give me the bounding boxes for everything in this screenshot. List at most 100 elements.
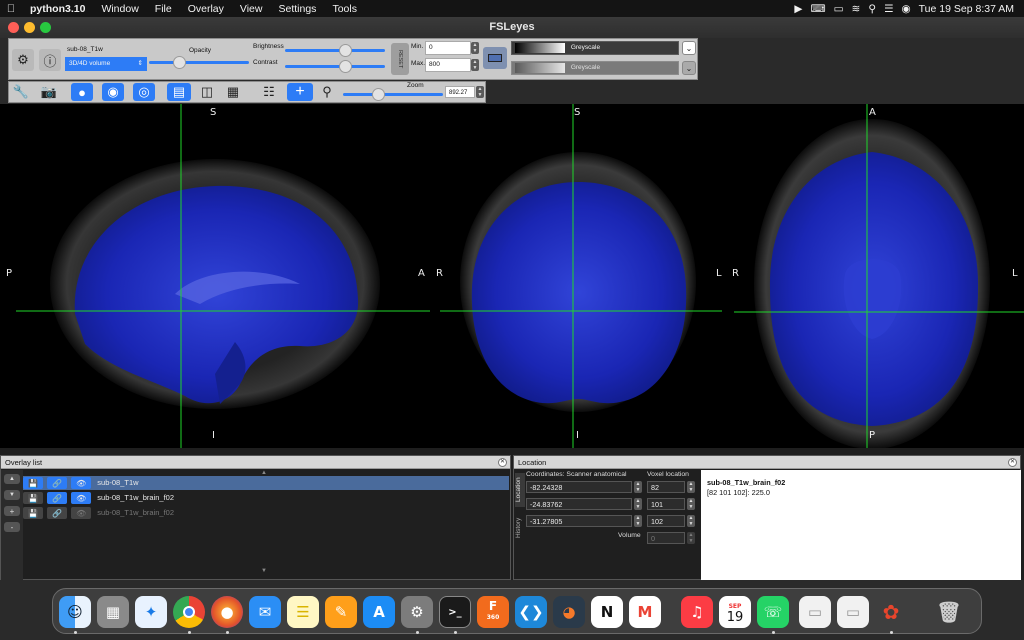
camera-icon[interactable]: 📷 — [39, 83, 59, 101]
ortho-viewer[interactable]: S I P A S I R L A P R L — [0, 104, 1024, 448]
location-close-icon[interactable]: ✕ — [1008, 458, 1017, 467]
minimize-window-button[interactable] — [24, 22, 35, 33]
trash-icon[interactable]: 🗑 — [933, 596, 965, 628]
notes-icon[interactable]: ☰ — [287, 596, 319, 628]
min-field[interactable]: 0 — [425, 41, 471, 55]
opacity-slider-knob[interactable] — [173, 56, 186, 69]
fsleyes-icon[interactable]: ✿ — [875, 596, 907, 628]
zoom-field[interactable]: 892.27 — [445, 86, 475, 98]
coord-x-spinner[interactable]: ▲ ▼ — [634, 481, 642, 493]
coord-y-spinner[interactable]: ▲ ▼ — [634, 498, 642, 510]
save-overlay-icon[interactable]: 💾 — [23, 477, 43, 489]
link-overlay-icon[interactable]: 🔗 — [47, 492, 68, 504]
overlay-list-item[interactable]: 💾 🔗 👁 sub-08_T1w_brain_f02 — [23, 506, 509, 520]
menu-file[interactable]: File — [147, 3, 180, 15]
battery-icon[interactable]: ▭ — [834, 3, 844, 15]
negative-colormap-select[interactable]: Greyscale — [511, 61, 679, 75]
coronal-view-icon[interactable]: ◉ — [102, 83, 124, 101]
brain-slices-canvas[interactable] — [0, 104, 1024, 448]
gear-icon[interactable]: ⚙ — [12, 49, 34, 71]
add-overlay-button[interactable]: + — [4, 506, 20, 516]
music-icon[interactable]: ♫ — [681, 596, 713, 628]
voxel-x-field[interactable]: 82 — [647, 481, 685, 493]
keyboard-icon[interactable]: ⌨ — [810, 3, 825, 15]
coord-z-spinner[interactable]: ▲ ▼ — [634, 515, 642, 527]
finder-icon[interactable]: ☺ — [59, 596, 91, 628]
voxel-z-field[interactable]: 102 — [647, 515, 685, 527]
gmail-icon[interactable]: M — [629, 596, 661, 628]
terminal-icon[interactable]: >_ — [439, 596, 471, 628]
document-icon[interactable]: ▭ — [799, 596, 831, 628]
chrome-icon[interactable] — [173, 596, 205, 628]
visibility-eye-icon[interactable]: 👁 — [71, 477, 92, 489]
mail-icon[interactable]: ✉ — [249, 596, 281, 628]
volume-type-select[interactable]: 3D/4D volume ⇕ — [65, 57, 147, 71]
movie-icon[interactable]: ☷ — [259, 83, 279, 101]
visibility-eye-icon[interactable]: 👁 — [71, 492, 92, 504]
coronal-slice[interactable] — [440, 104, 722, 448]
brightness-slider[interactable] — [285, 44, 385, 57]
voxel-y-field[interactable]: 101 — [647, 498, 685, 510]
zoom-slider[interactable] — [343, 88, 443, 101]
calendar-icon[interactable]: SEP 19 — [719, 596, 751, 628]
close-window-button[interactable] — [8, 22, 19, 33]
control-center-icon[interactable]: ☰ — [884, 3, 893, 15]
tab-location[interactable]: Location — [515, 473, 525, 507]
vertical-layout-icon[interactable]: ◫ — [197, 83, 217, 101]
wifi-icon[interactable]: ≋ — [852, 3, 861, 15]
remove-overlay-button[interactable]: - — [4, 522, 20, 532]
coord-z-field[interactable]: -31.27805 — [526, 515, 632, 527]
crosshair-icon[interactable]: + — [287, 83, 313, 101]
apple-menu-icon[interactable]:  — [0, 3, 22, 15]
negative-colormap-chevron-down-icon[interactable]: ⌄ — [682, 61, 696, 75]
info-icon[interactable]: ⓘ — [39, 49, 61, 71]
volume-field[interactable]: 0 — [647, 532, 685, 544]
brightness-slider-knob[interactable] — [339, 44, 352, 57]
save-overlay-icon[interactable]: 💾 — [23, 507, 43, 519]
move-down-button[interactable]: ▼ — [4, 490, 20, 500]
contrast-slider-knob[interactable] — [339, 60, 352, 73]
voxel-x-spinner[interactable]: ▲ ▼ — [687, 481, 695, 493]
blender-icon[interactable]: ◕ — [553, 596, 585, 628]
menu-overlay[interactable]: Overlay — [180, 3, 232, 15]
overlay-list-close-icon[interactable]: ✕ — [498, 458, 507, 467]
menu-view[interactable]: View — [232, 3, 271, 15]
grid-layout-icon[interactable]: ▦ — [223, 83, 243, 101]
min-spinner[interactable]: ▲ ▼ — [471, 42, 479, 54]
link-overlay-icon[interactable]: 🔗 — [47, 507, 68, 519]
move-up-button[interactable]: ▲ — [4, 474, 20, 484]
coord-y-field[interactable]: -24.83762 — [526, 498, 632, 510]
system-settings-icon[interactable]: ⚙ — [401, 596, 433, 628]
overlay-list-item[interactable]: 💾 🔗 👁 sub-08_T1w — [23, 476, 509, 490]
zoom-magnifier-icon[interactable]: ⚲ — [317, 83, 337, 101]
max-spinner[interactable]: ▲ ▼ — [471, 59, 479, 71]
notion-icon[interactable]: N — [591, 596, 623, 628]
menu-tools[interactable]: Tools — [324, 3, 365, 15]
voxel-y-spinner[interactable]: ▲ ▼ — [687, 498, 695, 510]
horizontal-layout-icon[interactable]: ▤ — [167, 83, 191, 101]
opacity-slider[interactable] — [149, 56, 249, 69]
zoom-slider-knob[interactable] — [372, 88, 385, 101]
menu-settings[interactable]: Settings — [270, 3, 324, 15]
axial-slice[interactable] — [734, 104, 1024, 448]
colormap-chevron-down-icon[interactable]: ⌄ — [682, 41, 696, 55]
launchpad-icon[interactable]: ▦ — [97, 596, 129, 628]
whatsapp-icon[interactable]: ☏ — [757, 596, 789, 628]
firefox-icon[interactable]: ● — [211, 596, 243, 628]
tab-history[interactable]: History — [515, 511, 525, 545]
contrast-slider[interactable] — [285, 60, 385, 73]
sagittal-view-icon[interactable]: ● — [71, 83, 93, 101]
app-menu[interactable]: python3.10 — [22, 3, 93, 15]
link-overlay-icon[interactable]: 🔗 — [47, 477, 68, 489]
zoom-spinner[interactable]: ▲ ▼ — [476, 86, 484, 98]
menu-window[interactable]: Window — [93, 3, 146, 15]
axial-view-icon[interactable]: ◎ — [133, 83, 155, 101]
max-field[interactable]: 800 — [425, 58, 471, 72]
volume-spinner[interactable]: ▲ ▼ — [687, 532, 695, 544]
overlay-list-item[interactable]: 💾 🔗 👁 sub-08_T1w_brain_f02 — [23, 491, 509, 505]
fusion-360-icon[interactable]: F 360 — [477, 596, 509, 628]
document-icon[interactable]: ▭ — [837, 596, 869, 628]
overlay-list-scroll-down-icon[interactable]: ▼ — [261, 568, 267, 574]
colormap-select[interactable]: Greyscale — [511, 41, 679, 55]
zoom-window-button[interactable] — [40, 22, 51, 33]
